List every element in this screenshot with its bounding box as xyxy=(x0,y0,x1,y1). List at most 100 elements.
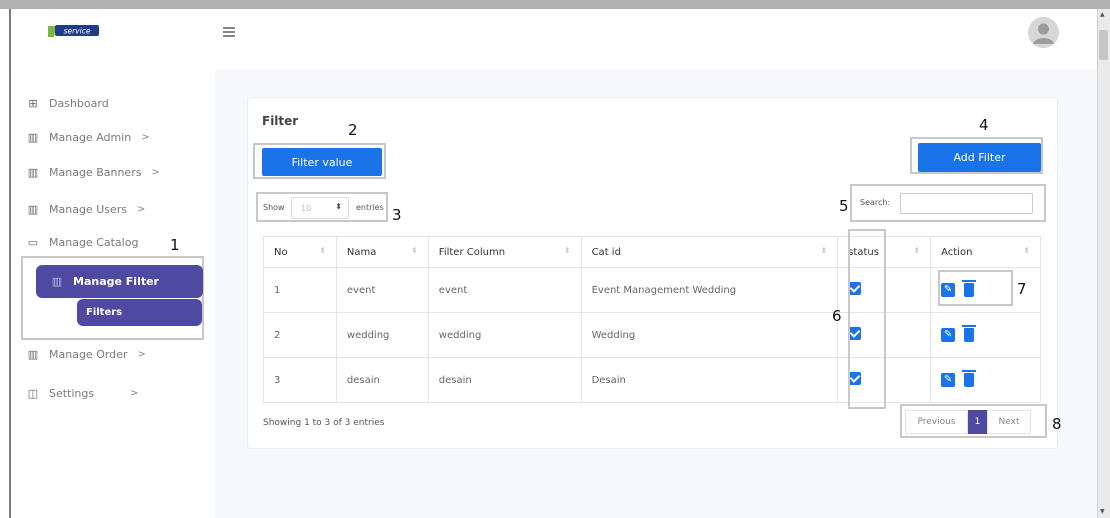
annotation-number-2: 2 xyxy=(348,121,358,139)
cell-nama: wedding xyxy=(335,312,429,358)
sidebar-item-manage-admin[interactable]: ▥ Manage Admin > xyxy=(26,120,150,154)
sidebar-item-label: Manage Admin xyxy=(49,130,132,144)
sidebar-item-settings[interactable]: ◫ Settings > xyxy=(26,376,139,410)
sidebar-item-manage-banners[interactable]: ▥ Manage Banners > xyxy=(26,155,160,189)
sort-icon: ⬍ xyxy=(319,246,326,255)
chevron-right-icon: > xyxy=(137,348,146,360)
annotation-number-3: 3 xyxy=(392,206,402,224)
table-icon: ▥ xyxy=(27,347,39,361)
annotation-number-1: 1 xyxy=(170,236,180,254)
annotation-number-4: 4 xyxy=(979,116,989,134)
sidebar-item-manage-order[interactable]: ▥ Manage Order > xyxy=(26,337,146,371)
sort-icon: ⬍ xyxy=(913,246,921,255)
table-icon: ▥ xyxy=(51,275,63,288)
page-1-button[interactable]: 1 xyxy=(968,409,987,434)
chevron-right-icon: > xyxy=(151,166,160,178)
cell-filter-column: event xyxy=(427,267,582,313)
annotation-box-7 xyxy=(938,270,1013,306)
sidebar-item-label: Settings xyxy=(49,386,95,400)
filter-table: No ⬍ Nama ⬍ Filter Column ⬍ Cat id ⬍ status ⬍… xyxy=(263,236,1041,403)
sort-icon: ⬍ xyxy=(1023,246,1030,255)
cell-filter-column: desain xyxy=(427,357,582,403)
hamburger-menu-icon[interactable] xyxy=(223,27,235,37)
column-header-action[interactable]: Action ⬍ xyxy=(930,236,1041,268)
sidebar-item-label: Manage Catalog xyxy=(49,235,139,249)
sidebar-item-manage-users[interactable]: ▥ Manage Users > xyxy=(26,192,146,226)
sidebar-item-label: Manage Filter xyxy=(73,275,159,288)
select-caret-icon: ⬍ xyxy=(335,202,342,211)
page-title: Filter xyxy=(262,114,299,128)
cell-cat-id: Desain xyxy=(580,357,839,403)
cell-action: ✎ xyxy=(930,312,1041,358)
cell-action: ✎ xyxy=(930,357,1041,403)
search-input[interactable] xyxy=(900,193,1033,214)
window-top-border xyxy=(0,0,1110,9)
scroll-up-icon[interactable]: ▲ xyxy=(1100,11,1105,18)
settings-box-icon: ◫ xyxy=(27,386,39,400)
search-label: Search: xyxy=(860,198,891,207)
chevron-right-icon: > xyxy=(137,203,146,215)
table-icon: ▥ xyxy=(27,165,39,179)
sort-icon: ⬍ xyxy=(563,246,571,255)
sidebar-item-label: Manage Order xyxy=(49,347,128,361)
cell-cat-id: Event Management Wedding xyxy=(580,267,839,313)
sort-icon: ⬍ xyxy=(820,246,828,255)
trash-icon[interactable] xyxy=(962,370,977,387)
column-header-nama[interactable]: Nama ⬍ xyxy=(335,236,429,268)
vertical-scrollbar[interactable] xyxy=(1097,9,1110,518)
cell-no: 1 xyxy=(263,267,337,313)
show-label: Show xyxy=(263,203,285,212)
cell-nama: event xyxy=(335,267,429,313)
top-header xyxy=(11,9,1097,69)
scroll-down-icon[interactable]: ▼ xyxy=(1100,508,1105,515)
user-avatar-icon[interactable] xyxy=(1028,17,1059,48)
annotation-number-8: 8 xyxy=(1052,415,1062,433)
sidebar-item-manage-filter[interactable]: ▥ Manage Filter xyxy=(36,265,203,298)
entries-label: entries xyxy=(356,203,384,212)
box-icon: ▭ xyxy=(27,235,39,249)
table-header-row: No ⬍ Nama ⬍ Filter Column ⬍ Cat id ⬍ status ⬍… xyxy=(263,236,1041,268)
service-logo: service xyxy=(48,25,99,37)
trash-icon[interactable] xyxy=(962,325,977,342)
sort-icon: ⬍ xyxy=(411,246,418,255)
sidebar-item-label: Manage Banners xyxy=(49,165,142,179)
sidebar-item-manage-catalog[interactable]: ▭ Manage Catalog xyxy=(26,225,139,259)
annotation-number-5: 5 xyxy=(839,197,849,215)
cell-nama: desain xyxy=(335,357,429,403)
table-row: 3 desain desain Desain ✎ xyxy=(263,357,1041,403)
grid-icon: ⊞ xyxy=(28,96,38,110)
column-header-filter-column[interactable]: Filter Column ⬍ xyxy=(427,236,582,268)
annotation-box-6 xyxy=(848,229,886,409)
chevron-right-icon: > xyxy=(141,131,150,143)
next-page-button[interactable]: Next xyxy=(987,409,1031,434)
filter-value-button[interactable]: Filter value xyxy=(262,148,382,176)
table-icon: ▥ xyxy=(27,202,39,216)
sidebar-subitem-filters[interactable]: Filters xyxy=(77,299,202,326)
column-header-no[interactable]: No ⬍ xyxy=(263,236,337,268)
scrollbar-thumb[interactable] xyxy=(1099,30,1108,60)
cell-cat-id: Wedding xyxy=(580,312,839,358)
svg-text:service: service xyxy=(64,27,91,36)
annotation-number-7: 7 xyxy=(1017,280,1027,298)
table-icon: ▥ xyxy=(27,130,39,144)
entries-value: 10 xyxy=(301,203,312,213)
cell-filter-column: wedding xyxy=(427,312,582,358)
table-row: 1 event event Event Management Wedding ✎ xyxy=(263,267,1041,313)
column-header-cat-id[interactable]: Cat id ⬍ xyxy=(580,236,839,268)
sidebar-item-label: Filters xyxy=(86,307,123,318)
annotation-number-6: 6 xyxy=(832,307,842,325)
cell-no: 2 xyxy=(263,312,337,358)
edit-icon[interactable]: ✎ xyxy=(941,373,956,387)
chevron-right-icon: > xyxy=(130,387,139,399)
previous-page-button[interactable]: Previous xyxy=(905,409,968,434)
sidebar-item-label: Dashboard xyxy=(49,96,109,110)
showing-entries-text: Showing 1 to 3 of 3 entries xyxy=(263,418,385,428)
sidebar-item-label: Manage Users xyxy=(49,202,127,216)
add-filter-button[interactable]: Add Filter xyxy=(918,143,1041,172)
table-row: 2 wedding wedding Wedding ✎ xyxy=(263,312,1041,358)
cell-no: 3 xyxy=(263,357,337,403)
entries-select[interactable]: 10 ⬍ xyxy=(291,197,349,219)
pagination: Previous 1 Next xyxy=(905,408,1031,435)
sidebar-item-dashboard[interactable]: ⊞ Dashboard xyxy=(26,86,109,120)
edit-icon[interactable]: ✎ xyxy=(941,328,956,342)
